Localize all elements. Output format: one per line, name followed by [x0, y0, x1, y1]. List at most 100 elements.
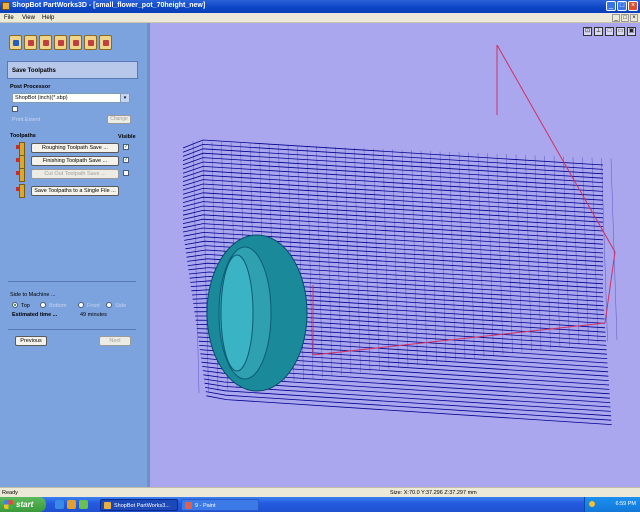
save-toolpath-icon[interactable] — [99, 35, 112, 50]
toolpath-crossline — [344, 147, 352, 374]
view-iso-icon[interactable]: ⟂ — [594, 27, 603, 36]
view-top-icon[interactable]: ▣ — [627, 27, 636, 36]
previous-button[interactable]: Previous — [15, 336, 47, 346]
cutout-save-button[interactable]: Cut Out Toolpath Save ... — [31, 169, 119, 179]
app-icon — [2, 2, 10, 10]
roughing-visible-checkbox[interactable]: ✓ — [123, 144, 129, 150]
section-title: Save Toolpaths — [12, 68, 56, 74]
toolpath-pass — [205, 391, 612, 421]
clock: 6:59 PM — [615, 501, 636, 507]
task-partworks[interactable]: ShopBot PartWorks3... — [100, 499, 178, 511]
print-extent-label: Print Extent — [12, 117, 41, 123]
change-button[interactable]: Change — [107, 115, 131, 124]
toolpath-panel: Save Toolpaths Post Processor ShopBot (i… — [0, 23, 150, 487]
paint-icon — [185, 502, 192, 509]
side-bottom-radio[interactable] — [40, 302, 46, 308]
toolpath-pass — [206, 395, 612, 425]
menu-view[interactable]: View — [22, 15, 35, 21]
divider — [8, 281, 136, 282]
toolpath-crossline — [553, 156, 561, 348]
view-toolbar: ⊡ ⟂ □ ▭ ▣ — [583, 27, 636, 36]
status-bar: Ready Size: X:70.0 Y:37.296 Z:37.297 mm — [0, 487, 640, 497]
finishing-visible-checkbox[interactable]: ✓ — [123, 157, 129, 163]
roughing-tool-icon — [16, 142, 26, 156]
estimated-time-label: Estimated time ... — [12, 312, 58, 318]
roughing-toolpath-icon[interactable] — [24, 35, 37, 50]
finishing-toolpath-icon[interactable] — [39, 35, 52, 50]
flower-pot-model — [206, 234, 308, 392]
toolpath-crossline — [192, 140, 200, 394]
toolpath-crossline — [458, 152, 466, 360]
post-processor-label: Post Processor — [10, 84, 51, 90]
toolpath-crossline — [430, 150, 437, 364]
title-bar: ShopBot PartWorks3D - [small_flower_pot_… — [0, 0, 640, 13]
windows-logo-icon — [4, 500, 13, 509]
window-title: ShopBot PartWorks3D - [small_flower_pot_… — [12, 2, 206, 9]
print-extent-checkbox[interactable] — [12, 106, 18, 112]
side-bottom-label: Bottom — [49, 303, 67, 309]
toolpath-summary-icon[interactable] — [9, 35, 22, 50]
toolpath-crossline — [392, 149, 399, 368]
status-text: Ready — [2, 490, 18, 496]
toolpath-crossline — [420, 150, 428, 365]
zoom-fit-icon[interactable]: ⊡ — [583, 27, 592, 36]
side-to-machine-label: Side to Machine ... — [10, 292, 56, 298]
cutout-visible-checkbox[interactable] — [123, 170, 129, 176]
toolpath-crossline — [506, 154, 513, 354]
post-processor-select[interactable]: ShopBot (inch)(*.sbp) ▾ — [12, 93, 130, 103]
view-side-icon[interactable]: ▭ — [616, 27, 625, 36]
search-toolpath-icon[interactable] — [84, 35, 97, 50]
ie-icon[interactable] — [55, 500, 64, 509]
side-top-label: Top — [21, 303, 30, 309]
menu-file[interactable]: File — [4, 15, 14, 21]
toolbar — [9, 35, 112, 50]
task-paint[interactable]: 9 - Paint — [181, 499, 259, 511]
toolpath-preview — [182, 44, 618, 425]
save-single-file-button[interactable]: Save Toolpaths to a Single File ... — [31, 186, 119, 196]
side-top-radio[interactable] — [12, 302, 18, 308]
media-icon[interactable] — [67, 500, 76, 509]
side-front-radio[interactable] — [78, 302, 84, 308]
finishing-save-button[interactable]: Finishing Toolpath Save ... — [31, 156, 119, 166]
estimated-time-value: 49 minutes — [80, 312, 107, 318]
toolpath-crossline — [582, 157, 589, 344]
toolpath-crossline — [325, 146, 333, 377]
cutout-tool-icon — [16, 168, 26, 182]
toolpath-crossline — [335, 146, 342, 376]
view-front-icon[interactable]: □ — [605, 27, 614, 36]
toolpaths-label: Toolpaths — [10, 133, 36, 139]
chevron-down-icon[interactable]: ▾ — [120, 94, 129, 102]
toolpath-crossline — [496, 153, 504, 355]
divider — [8, 329, 136, 330]
menu-help[interactable]: Help — [42, 15, 54, 21]
menu-bar: File View Help _ □ × — [0, 13, 640, 23]
close-button[interactable]: × — [628, 1, 638, 11]
mdi-restore-button[interactable]: □ — [621, 14, 629, 22]
taskbar: start ShopBot PartWorks3... 9 - Paint 6:… — [0, 497, 640, 512]
toolpath-crossline — [591, 157, 599, 343]
multi-tool-icon — [16, 184, 26, 198]
cutout-toolpath-icon[interactable] — [54, 35, 67, 50]
tray-icon[interactable] — [589, 501, 595, 507]
mdi-minimize-button[interactable]: _ — [612, 14, 620, 22]
post-processor-value: ShopBot (inch)(*.sbp) — [15, 95, 68, 101]
3d-viewport[interactable]: ⊡ ⟂ □ ▭ ▣ — [153, 23, 640, 487]
section-header: Save Toolpaths — [7, 61, 138, 79]
system-tray: 6:59 PM — [584, 497, 640, 512]
visible-label: Visible — [118, 134, 136, 140]
side-front-label: Front — [87, 303, 100, 309]
toolpath-crossline — [449, 151, 456, 361]
minimize-button[interactable]: _ — [606, 1, 616, 11]
finishing-tool-icon — [16, 155, 26, 169]
desktop-icon[interactable] — [79, 500, 88, 509]
maximize-button[interactable]: □ — [617, 1, 627, 11]
toolpath-crossline — [354, 147, 361, 373]
start-button[interactable]: start — [0, 497, 46, 512]
side-side-radio[interactable] — [106, 302, 112, 308]
preview-toolpath-icon[interactable] — [69, 35, 82, 50]
next-button[interactable]: Next — [99, 336, 131, 346]
mdi-close-button[interactable]: × — [630, 14, 638, 22]
toolpath-crossline — [534, 155, 542, 350]
roughing-save-button[interactable]: Roughing Toolpath Save ... — [31, 143, 119, 153]
partworks-icon — [104, 502, 111, 509]
